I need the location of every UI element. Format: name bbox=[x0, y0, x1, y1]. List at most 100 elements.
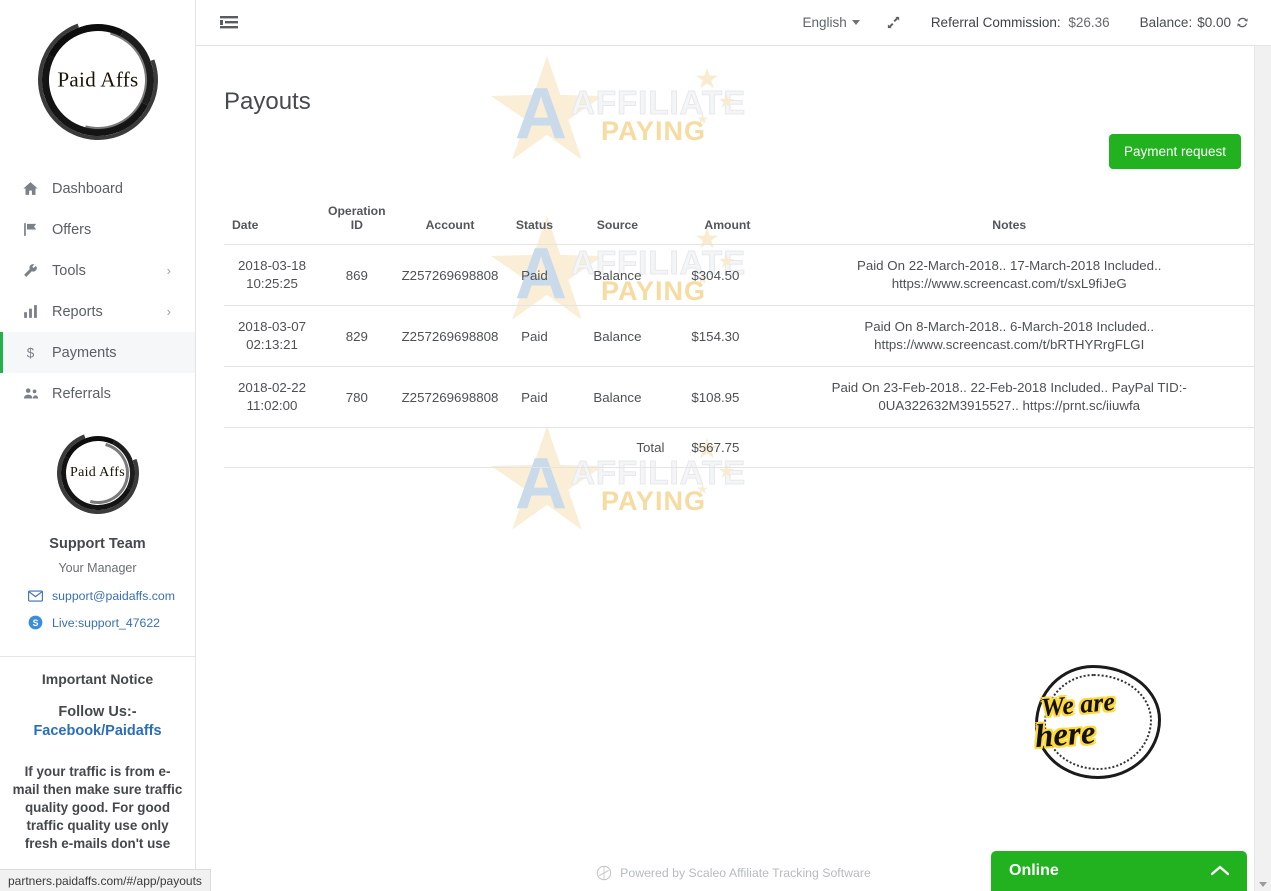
cell-notes-line2: https://www.screencast.com/t/bRTHYRrgFLG… bbox=[874, 337, 1145, 352]
column-header-amount[interactable]: Amount bbox=[672, 204, 759, 245]
cell-amount: $154.30 bbox=[672, 305, 759, 367]
status-bar-url: partners.paidaffs.com/#/app/payouts bbox=[8, 873, 202, 888]
paidaffs-ring-logo-small-icon: Paid Affs bbox=[43, 418, 152, 528]
cell-notes-line1: Paid On 22-March-2018.. 17-March-2018 In… bbox=[856, 258, 1162, 273]
cell-notes-line1: Paid On 8-March-2018.. 6-March-2018 Incl… bbox=[864, 319, 1155, 334]
sidebar-item-tools[interactable]: Tools › bbox=[0, 250, 195, 291]
support-skype-link[interactable]: S Live:support_47622 bbox=[6, 615, 189, 630]
sidebar-item-label: Referrals bbox=[52, 385, 111, 402]
sidebar-toggle-button[interactable] bbox=[218, 12, 240, 34]
svg-text:$: $ bbox=[27, 345, 35, 360]
scrollbar-down-arrow-icon[interactable] bbox=[1259, 882, 1267, 887]
cell-operation-id: 869 bbox=[320, 244, 394, 306]
column-header-date[interactable]: Date bbox=[224, 204, 320, 245]
cell-date-day: 2018-03-07 bbox=[237, 319, 307, 334]
payouts-table-body: 2018-03-18 10:25:25 869 Z257269698808 Pa… bbox=[224, 244, 1260, 468]
cell-date-time: 11:02:00 bbox=[246, 398, 298, 413]
notice-body: If your traffic is from e-mail then make… bbox=[12, 764, 183, 851]
paidaffs-ring-logo-icon: Paid Affs bbox=[18, 0, 178, 160]
sidebar-secondary-logo: Paid Affs bbox=[0, 414, 195, 532]
notice-follow: Follow Us:- Facebook/Paidaffs bbox=[8, 703, 187, 741]
table-header-row: Date Operation ID Account Status Source … bbox=[224, 204, 1260, 245]
fullscreen-button[interactable] bbox=[886, 15, 901, 30]
sidebar-item-label: Tools bbox=[52, 262, 86, 279]
wrench-icon bbox=[22, 262, 52, 279]
flag-icon bbox=[22, 221, 52, 238]
cell-notes: Paid On 8-March-2018.. 6-March-2018 Incl… bbox=[758, 305, 1260, 367]
table-row[interactable]: 2018-03-18 10:25:25 869 Z257269698808 Pa… bbox=[224, 244, 1260, 306]
users-icon bbox=[22, 385, 52, 402]
language-selector[interactable]: English bbox=[803, 15, 860, 30]
fullscreen-expand-icon bbox=[887, 16, 899, 29]
language-label: English bbox=[802, 15, 847, 30]
column-header-notes[interactable]: Notes bbox=[758, 204, 1260, 245]
scaleo-logo-icon bbox=[596, 865, 612, 881]
action-row: Payment request bbox=[196, 116, 1271, 169]
cell-date-time: 02:13:21 bbox=[246, 337, 298, 352]
payouts-table: Date Operation ID Account Status Source … bbox=[224, 204, 1260, 468]
cell-account: Z257269698808 bbox=[393, 244, 507, 306]
cell-date: 2018-02-22 11:02:00 bbox=[224, 366, 320, 428]
payment-request-button[interactable]: Payment request bbox=[1108, 134, 1241, 169]
footer-text: Powered by Scaleo Affiliate Tracking Sof… bbox=[620, 866, 871, 880]
dollar-icon: $ bbox=[22, 344, 52, 361]
important-notice: Important Notice Follow Us:- Facebook/Pa… bbox=[0, 657, 195, 853]
support-skype-text: Live:support_47622 bbox=[52, 615, 161, 630]
notice-follow-prefix: Follow Us:- bbox=[58, 704, 137, 720]
badge-line2: here bbox=[1033, 714, 1097, 756]
chevron-right-icon: › bbox=[166, 304, 171, 319]
referral-commission-label: Referral Commission: bbox=[930, 15, 1061, 30]
column-header-account[interactable]: Account bbox=[393, 204, 507, 245]
cell-operation-id: 829 bbox=[320, 305, 394, 367]
total-amount: $567.75 bbox=[672, 427, 759, 468]
table-row[interactable]: 2018-03-07 02:13:21 829 Z257269698808 Pa… bbox=[224, 305, 1260, 367]
refresh-balance-button[interactable] bbox=[1236, 16, 1249, 29]
notice-title: Important Notice bbox=[41, 671, 154, 687]
envelope-icon bbox=[28, 590, 43, 602]
cell-date-day: 2018-02-22 bbox=[237, 380, 307, 395]
vertical-scrollbar[interactable] bbox=[1254, 46, 1271, 891]
scrollbar-thumb[interactable] bbox=[1257, 48, 1269, 348]
chevron-up-icon[interactable] bbox=[1210, 863, 1230, 880]
table-row[interactable]: 2018-02-22 11:02:00 780 Z257269698808 Pa… bbox=[224, 366, 1260, 428]
sidebar-item-reports[interactable]: Reports › bbox=[0, 291, 195, 332]
sidebar-item-label: Dashboard bbox=[52, 180, 123, 197]
svg-text:S: S bbox=[33, 618, 39, 628]
topbar: English Referral Commission: $26.36 Bala… bbox=[196, 0, 1271, 46]
support-email-link[interactable]: support@paidaffs.com bbox=[6, 589, 189, 603]
cell-source: Balance bbox=[562, 244, 673, 306]
page-title: Payouts bbox=[224, 88, 311, 115]
chevron-down-icon bbox=[851, 20, 860, 25]
support-email-text: support@paidaffs.com bbox=[52, 589, 175, 603]
sidebar-item-dashboard[interactable]: Dashboard bbox=[0, 168, 195, 209]
cell-date-time: 10:25:25 bbox=[246, 276, 298, 291]
watermark-line2: PAYING bbox=[601, 486, 707, 516]
column-header-status[interactable]: Status bbox=[506, 204, 563, 245]
column-header-source[interactable]: Source bbox=[562, 204, 673, 245]
payouts-table-head: Date Operation ID Account Status Source … bbox=[224, 204, 1260, 245]
cell-date-day: 2018-03-18 bbox=[237, 258, 307, 273]
sidebar-item-offers[interactable]: Offers bbox=[0, 209, 195, 250]
total-pad-4 bbox=[506, 427, 563, 468]
cell-account: Z257269698808 bbox=[393, 305, 507, 367]
browser-status-bar: partners.paidaffs.com/#/app/payouts bbox=[0, 869, 211, 891]
sidebar-item-label: Payments bbox=[52, 344, 117, 361]
facebook-link[interactable]: Facebook/Paidaffs bbox=[33, 723, 161, 739]
cell-notes: Paid On 22-March-2018.. 17-March-2018 In… bbox=[758, 244, 1260, 306]
total-pad-2 bbox=[320, 427, 394, 468]
cell-notes-line1: Paid On 23-Feb-2018.. 22-Feb-2018 Includ… bbox=[831, 380, 1187, 395]
cell-source: Balance bbox=[562, 366, 673, 428]
sidebar-item-label: Offers bbox=[52, 221, 92, 238]
chat-widget-bar[interactable]: Online bbox=[991, 851, 1247, 891]
app-root: Paid Affs Dashboard Offers Tools › Repor… bbox=[0, 0, 1271, 891]
total-pad-3 bbox=[393, 427, 507, 468]
column-header-operation-id[interactable]: Operation ID bbox=[320, 204, 394, 245]
referral-commission-stat: Referral Commission: $26.36 bbox=[931, 15, 1110, 30]
brand-logo[interactable]: Paid Affs bbox=[0, 0, 195, 160]
table-total-row: Total $567.75 bbox=[224, 427, 1260, 468]
sidebar-item-payments[interactable]: $ Payments bbox=[0, 332, 195, 373]
we-are-here-badge: We are here bbox=[1033, 665, 1161, 779]
cell-amount: $108.95 bbox=[672, 366, 759, 428]
cell-date: 2018-03-07 02:13:21 bbox=[224, 305, 320, 367]
sidebar-item-referrals[interactable]: Referrals bbox=[0, 373, 195, 414]
